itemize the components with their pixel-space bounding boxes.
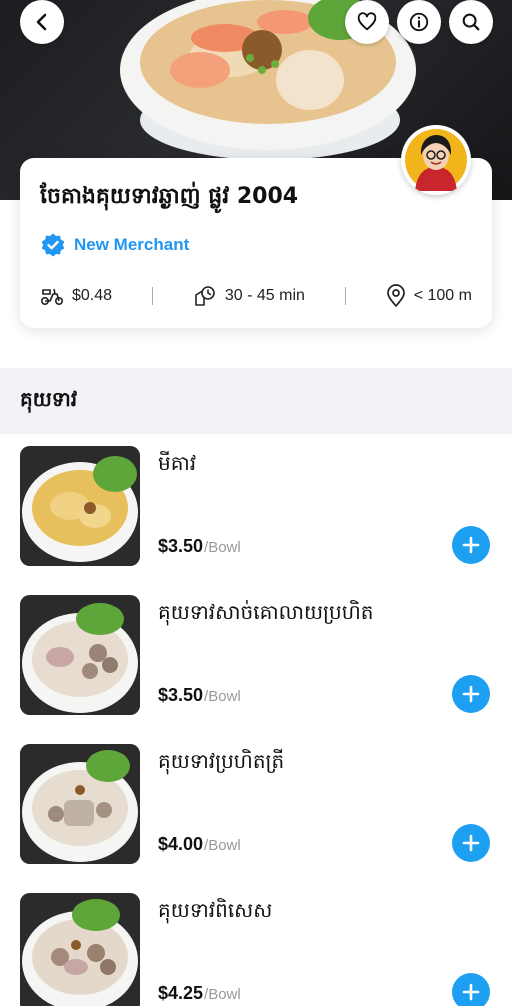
location-pin-icon [386, 284, 405, 307]
divider [151, 287, 153, 305]
delivery-fee-value: $0.48 [72, 287, 113, 304]
menu-item-name: គុយទាវពិសេស [158, 898, 273, 922]
divider [344, 287, 346, 305]
menu-item-photo [20, 744, 140, 864]
plus-icon [462, 536, 480, 554]
price-value: $4.25 [158, 983, 204, 1003]
price-value: $4.00 [158, 834, 204, 854]
menu-section-header: គុយទាវ [0, 368, 512, 434]
menu-item-price: $4.25 /Bowl [158, 983, 241, 1004]
menu-item[interactable]: គុយទាវសាច់គោលាយប្រហិត $3.50 /Bowl [0, 585, 512, 735]
delivery-time-value: 30 - 45 min [224, 287, 305, 304]
clock-bag-icon [195, 286, 215, 306]
merchant-avatar [401, 125, 471, 195]
plus-icon [462, 834, 480, 852]
menu-item[interactable]: គុយទាវពិសេស $4.25 /Bowl [0, 883, 512, 1006]
delivery-stats: $0.48 30 - 45 min < 100 m [40, 284, 472, 308]
info-icon [409, 12, 429, 32]
add-to-cart-button[interactable] [452, 973, 490, 1006]
price-value: $3.50 [158, 536, 204, 556]
add-to-cart-button[interactable] [452, 675, 490, 713]
menu-item-name: គុយទាវសាច់គោលាយប្រហិត [158, 600, 374, 624]
menu-item-photo [20, 893, 140, 1006]
menu-item-price: $4.00 /Bowl [158, 834, 241, 855]
back-button[interactable] [20, 0, 64, 44]
info-button[interactable] [397, 0, 441, 44]
menu-item-price: $3.50 /Bowl [158, 536, 241, 557]
search-icon [462, 13, 480, 31]
menu-item-photo [20, 595, 140, 715]
scooter-icon [40, 288, 64, 306]
menu-item-name: មីគាវ [158, 451, 197, 475]
menu-item-name: គុយទាវប្រហិតត្រី [158, 749, 285, 773]
merchant-badge: New Merchant [40, 232, 189, 258]
heart-icon [357, 12, 377, 31]
plus-icon [462, 983, 480, 1001]
price-unit: /Bowl [204, 837, 241, 854]
add-to-cart-button[interactable] [452, 526, 490, 564]
distance: < 100 m [386, 284, 472, 308]
menu-item-photo [20, 446, 140, 566]
delivery-time: 30 - 45 min [193, 284, 305, 308]
menu-item[interactable]: មីគាវ $3.50 /Bowl [0, 436, 512, 586]
merchant-name: ចែគាងគុយទាវឆ្ងាញ់ ផ្លូវ 2004 [40, 184, 299, 209]
favorite-button[interactable] [345, 0, 389, 44]
menu-item-price: $3.50 /Bowl [158, 685, 241, 706]
plus-icon [462, 685, 480, 703]
badge-label: New Merchant [74, 235, 190, 254]
menu-item[interactable]: គុយទាវប្រហិតត្រី $4.00 /Bowl [0, 734, 512, 884]
search-button[interactable] [449, 0, 493, 44]
price-unit: /Bowl [204, 688, 241, 705]
back-arrow-icon [36, 13, 47, 31]
section-title: គុយទាវ [20, 387, 78, 411]
add-to-cart-button[interactable] [452, 824, 490, 862]
price-unit: /Bowl [204, 986, 241, 1003]
verified-badge-icon [41, 233, 65, 257]
price-value: $3.50 [158, 685, 204, 705]
distance-value: < 100 m [413, 287, 472, 304]
price-unit: /Bowl [204, 539, 241, 556]
delivery-fee: $0.48 [40, 285, 112, 307]
